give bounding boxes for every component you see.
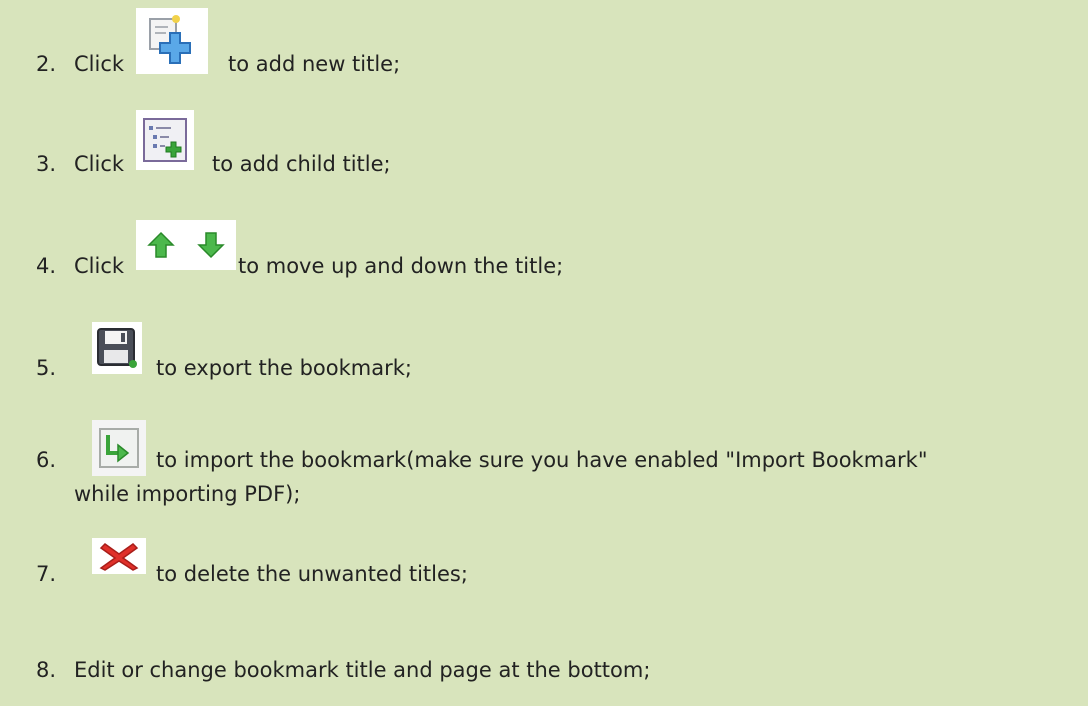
add-child-title-icon[interactable] bbox=[136, 110, 194, 170]
step-number: 4. bbox=[36, 254, 57, 278]
step-text: to add new title; bbox=[228, 52, 401, 76]
step-number: 3. bbox=[36, 152, 57, 176]
arrow-down-icon[interactable] bbox=[196, 230, 226, 260]
click-label: Click bbox=[74, 52, 125, 76]
step-number: 5. bbox=[36, 356, 57, 380]
delete-icon[interactable] bbox=[92, 538, 146, 574]
click-label: Click bbox=[74, 152, 125, 176]
step-number: 6. bbox=[36, 448, 57, 472]
add-title-icon[interactable] bbox=[136, 8, 208, 74]
step-text: to add child title; bbox=[212, 152, 391, 176]
step-8: 8. Edit or change bookmark title and pag… bbox=[0, 610, 1088, 706]
step-3: 3. Click to add child title; bbox=[0, 100, 1088, 200]
move-buttons bbox=[136, 220, 236, 270]
step-text: to move up and down the title; bbox=[238, 254, 564, 278]
step-6: 6. to import the bookmark(make sure you … bbox=[0, 410, 1088, 520]
step-4: 4. Click to move up and down the title; bbox=[0, 200, 1088, 300]
save-icon[interactable] bbox=[92, 322, 142, 374]
step-number: 2. bbox=[36, 52, 57, 76]
step-text-continued: while importing PDF); bbox=[74, 482, 301, 506]
step-text: to import the bookmark(make sure you hav… bbox=[156, 448, 928, 472]
import-icon[interactable] bbox=[92, 420, 146, 476]
step-number: 7. bbox=[36, 562, 57, 586]
step-text: to export the bookmark; bbox=[156, 356, 412, 380]
step-text: to delete the unwanted titles; bbox=[156, 562, 468, 586]
step-text: Edit or change bookmark title and page a… bbox=[74, 658, 651, 682]
step-2: 2. Click to add new title; bbox=[0, 0, 1088, 100]
step-7: 7. to delete the unwanted titles; bbox=[0, 520, 1088, 610]
click-label: Click bbox=[74, 254, 125, 278]
step-number: 8. bbox=[36, 658, 57, 682]
arrow-up-icon[interactable] bbox=[146, 230, 176, 260]
step-5: 5. to export the bookmark; bbox=[0, 300, 1088, 400]
